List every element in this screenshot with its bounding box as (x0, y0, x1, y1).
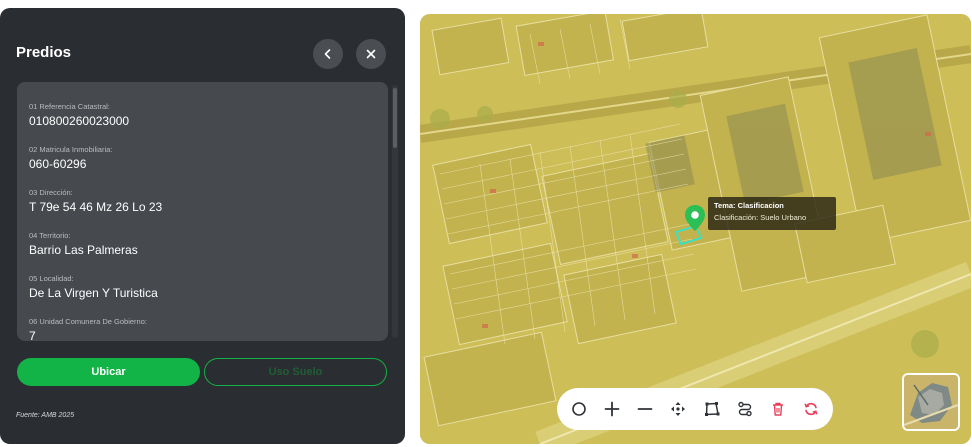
uso-suelo-button[interactable]: Uso Suelo (204, 358, 387, 386)
field-label: 04 Territorio: (29, 231, 71, 240)
field-direccion: 03 Dirección: T 79e 54 46 Mz 26 Lo 23 (29, 188, 162, 214)
reset-icon (804, 402, 818, 416)
field-label: 01 Referencia Catastral: (29, 102, 110, 111)
zoom-in-icon (604, 401, 620, 417)
route-tool[interactable] (731, 395, 759, 423)
map-view[interactable]: Tema: Clasificacion Clasificación: Suelo… (420, 14, 971, 444)
zoom-out-icon (637, 408, 653, 410)
basemap-switcher[interactable] (902, 373, 960, 431)
field-value: T 79e 54 46 Mz 26 Lo 23 (29, 200, 163, 214)
polygon-draw-tool[interactable] (698, 395, 726, 423)
polygon-draw-icon (704, 402, 720, 416)
route-icon (738, 401, 752, 417)
field-value: 010800260023000 (29, 114, 130, 128)
field-value: De La Virgen Y Turistica (29, 286, 158, 300)
basemap-thumbnail (904, 375, 958, 429)
back-button[interactable] (313, 39, 343, 69)
property-info-card: 01 Referencia Catastral: 010800260023000… (17, 82, 388, 341)
field-value: 060-60296 (29, 157, 87, 171)
tooltip-body: Clasificación: Suelo Urbano (714, 213, 807, 222)
delete-icon (772, 402, 783, 416)
pan-tool[interactable] (664, 395, 692, 423)
field-label: 03 Dirección: (29, 188, 73, 197)
field-unidad-comunera: 06 Unidad Comunera De Gobierno: 7 (29, 317, 147, 341)
info-scrollbar-thumb[interactable] (393, 88, 397, 148)
field-label: 05 Localidad: (29, 274, 74, 283)
map-tooltip: Tema: Clasificacion Clasificación: Suelo… (708, 197, 836, 230)
location-pin-icon[interactable] (684, 204, 706, 232)
delete-tool[interactable] (764, 395, 792, 423)
close-button[interactable] (356, 39, 386, 69)
field-localidad: 05 Localidad: De La Virgen Y Turistica (29, 274, 158, 300)
close-icon (366, 49, 376, 59)
chevron-left-icon (324, 49, 331, 59)
map-toolbar (557, 388, 833, 430)
source-note: Fuente: AMB 2025 (16, 412, 75, 419)
field-label: 02 Matricula Inmobiliaria: (29, 145, 113, 154)
circle-draw-icon (572, 402, 586, 416)
field-referencia-catastral: 01 Referencia Catastral: 010800260023000 (29, 102, 129, 128)
panel-title: Predios (16, 44, 72, 61)
reset-tool[interactable] (797, 395, 825, 423)
field-territorio: 04 Territorio: Barrio Las Palmeras (29, 231, 138, 257)
tooltip-title: Tema: Clasificacion (714, 201, 784, 210)
field-value: Barrio Las Palmeras (29, 243, 138, 257)
ubicar-button[interactable]: Ubicar (17, 358, 200, 386)
field-value: 7 (29, 329, 36, 341)
field-label: 06 Unidad Comunera De Gobierno: (29, 317, 147, 326)
zoom-in-tool[interactable] (598, 395, 626, 423)
field-matricula-inmobiliaria: 02 Matricula Inmobiliaria: 060-60296 (29, 145, 112, 171)
pan-move-icon (671, 402, 686, 416)
zoom-out-tool[interactable] (631, 395, 659, 423)
circle-draw-tool[interactable] (565, 395, 593, 423)
